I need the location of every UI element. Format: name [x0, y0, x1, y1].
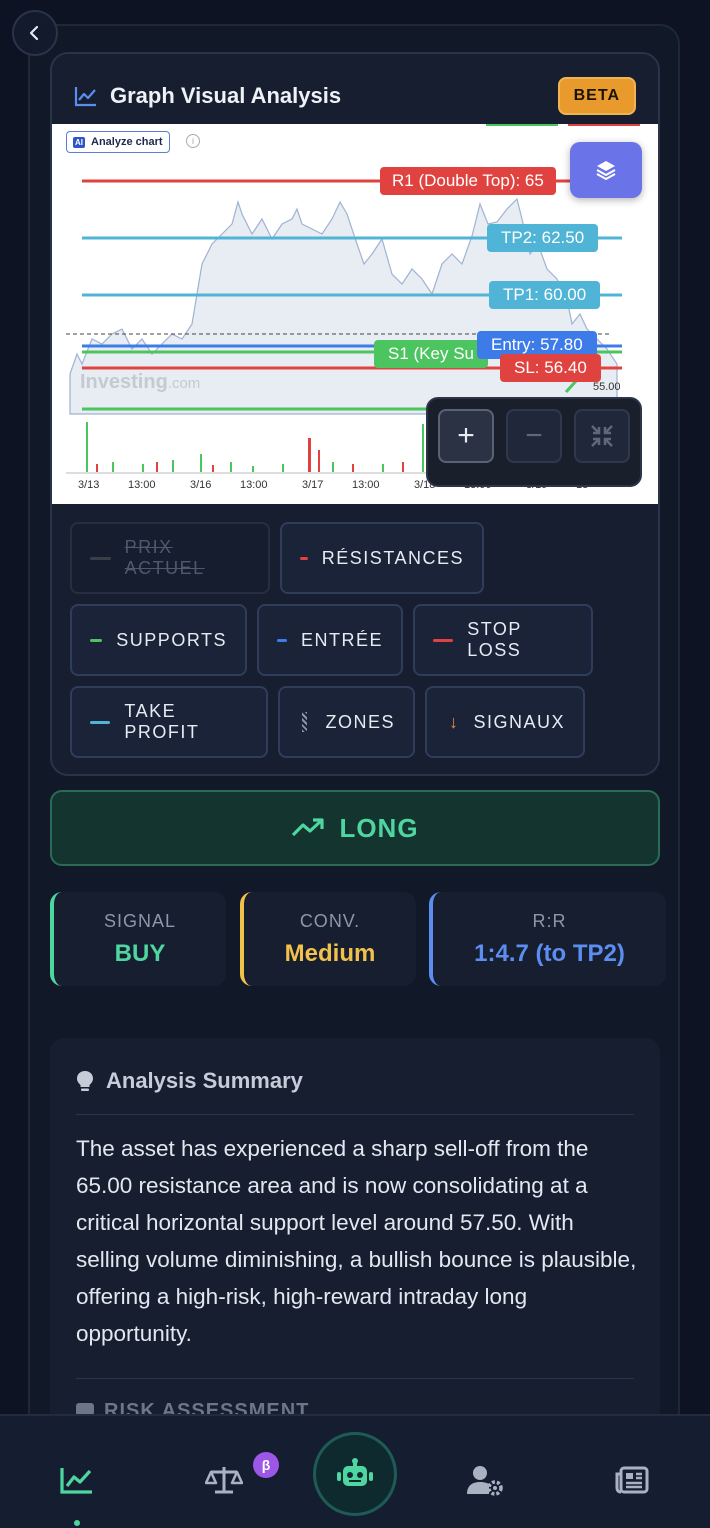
swatch — [277, 638, 287, 642]
info-icon[interactable]: i — [186, 134, 200, 148]
x-tick: 13:00 — [128, 479, 156, 491]
back-button[interactable] — [12, 10, 58, 56]
active-indicator — [74, 1520, 80, 1526]
x-tick: 3/16 — [190, 479, 212, 491]
nav-profile-settings[interactable] — [461, 1456, 509, 1504]
zoom-controls: + − — [426, 397, 642, 487]
filter-label: RÉSISTANCES — [321, 547, 464, 568]
divider — [76, 1114, 634, 1115]
nav-compare[interactable] — [200, 1456, 248, 1504]
collapse-button[interactable] — [574, 409, 630, 463]
filter-row-2: SUPPORTS ENTRÉE STOP LOSS — [70, 604, 593, 676]
swatch — [90, 638, 103, 642]
filter-label: STOP LOSS — [467, 619, 522, 660]
filter-label: TAKE PROFIT — [124, 701, 200, 742]
bottom-navigation: β — [0, 1414, 710, 1528]
analyze-chart-button[interactable]: AI Analyze chart — [66, 131, 170, 153]
swatch — [90, 556, 111, 560]
conviction-stat: CONV. Medium — [240, 892, 416, 986]
filter-stop-loss[interactable]: STOP LOSS — [413, 604, 593, 676]
card-header: Graph Visual Analysis BETA — [74, 76, 636, 116]
filter-current-price[interactable]: PRIX ACTUEL — [70, 522, 270, 594]
beta-badge: BETA — [557, 77, 636, 115]
trending-up-icon — [292, 818, 325, 837]
filter-label: SUPPORTS — [116, 629, 227, 650]
chart-watermark: Investing.com — [80, 371, 201, 393]
filter-zones[interactable]: ZONES — [278, 686, 415, 758]
tp1-label: TP1: 60.00 — [489, 281, 601, 309]
s1-label: S1 (Key Su — [374, 340, 488, 368]
plus-icon: + — [457, 419, 475, 452]
y-tick-label: 55.00 — [593, 381, 621, 393]
tp2-label: TP2: 62.50 — [487, 224, 599, 252]
chevron-left-icon — [29, 25, 39, 41]
r1-label: R1 (Double Top): 65 — [380, 167, 556, 195]
filter-label: SIGNAUX — [473, 711, 566, 732]
direction-label: LONG — [339, 812, 419, 843]
scale-icon — [205, 1467, 243, 1494]
filter-signals[interactable]: ↓ SIGNAUX — [425, 686, 585, 758]
summary-title: Analysis Summary — [106, 1068, 303, 1093]
layers-button[interactable] — [570, 142, 642, 198]
rr-value: 1:4.7 (to TP2) — [474, 939, 625, 967]
divider — [76, 1378, 634, 1379]
rr-stat: R:R 1:4.7 (to TP2) — [429, 892, 666, 986]
filter-row-3: TAKE PROFIT ZONES ↓ SIGNAUX — [70, 686, 585, 758]
minus-icon: − — [525, 419, 543, 452]
filter-entry[interactable]: ENTRÉE — [257, 604, 403, 676]
analyze-chart-label: Analyze chart — [91, 136, 163, 148]
x-tick: 13:00 — [352, 479, 380, 491]
conviction-value: Medium — [284, 939, 376, 967]
layers-icon — [596, 161, 616, 181]
card-title: Graph Visual Analysis — [110, 83, 342, 108]
lightbulb-icon — [77, 1071, 93, 1091]
stat-label: R:R — [532, 910, 567, 931]
x-tick: 3/13 — [78, 479, 100, 491]
user-settings-icon — [467, 1466, 503, 1496]
sl-label: SL: 56.40 — [500, 354, 601, 382]
zoom-in-button[interactable]: + — [438, 409, 494, 463]
x-tick: 13:00 — [240, 479, 268, 491]
nav-ai-assistant[interactable] — [313, 1432, 397, 1516]
summary-text: The asset has experienced a sharp sell-o… — [76, 1136, 637, 1346]
filter-label: PRIX ACTUEL — [124, 537, 205, 578]
robot-icon — [337, 1458, 373, 1486]
collapse-icon — [591, 425, 613, 447]
filter-supports[interactable]: SUPPORTS — [70, 604, 247, 676]
chart-line-icon — [74, 87, 96, 107]
filter-label: ZONES — [325, 711, 395, 732]
beta-badge: β — [253, 1452, 279, 1478]
news-icon — [615, 1466, 649, 1494]
nav-news[interactable] — [608, 1456, 656, 1504]
zoom-out-button[interactable]: − — [506, 409, 562, 463]
nav-chart[interactable] — [53, 1456, 101, 1504]
analysis-summary: Analysis Summary The asset has experienc… — [50, 1038, 660, 1438]
filter-take-profit[interactable]: TAKE PROFIT — [70, 686, 268, 758]
arrow-down-icon: ↓ — [449, 711, 460, 732]
swatch — [433, 638, 454, 642]
ai-icon: AI — [73, 136, 85, 148]
summary-header: Analysis Summary — [76, 1068, 303, 1094]
direction-long-button[interactable]: LONG — [50, 790, 660, 866]
x-tick: 3/17 — [302, 479, 324, 491]
signal-stat: SIGNAL BUY — [50, 892, 226, 986]
filter-resistances[interactable]: RÉSISTANCES — [280, 522, 484, 594]
zones-icon — [302, 712, 308, 732]
swatch — [90, 720, 111, 724]
stat-label: CONV. — [299, 910, 361, 931]
swatch — [300, 556, 308, 560]
stat-label: SIGNAL — [103, 910, 177, 931]
volume-bars — [86, 422, 424, 472]
signal-value: BUY — [114, 939, 166, 967]
chart-icon — [60, 1468, 92, 1494]
filter-label: ENTRÉE — [300, 629, 383, 650]
filter-row-1: PRIX ACTUEL RÉSISTANCES — [70, 522, 484, 594]
